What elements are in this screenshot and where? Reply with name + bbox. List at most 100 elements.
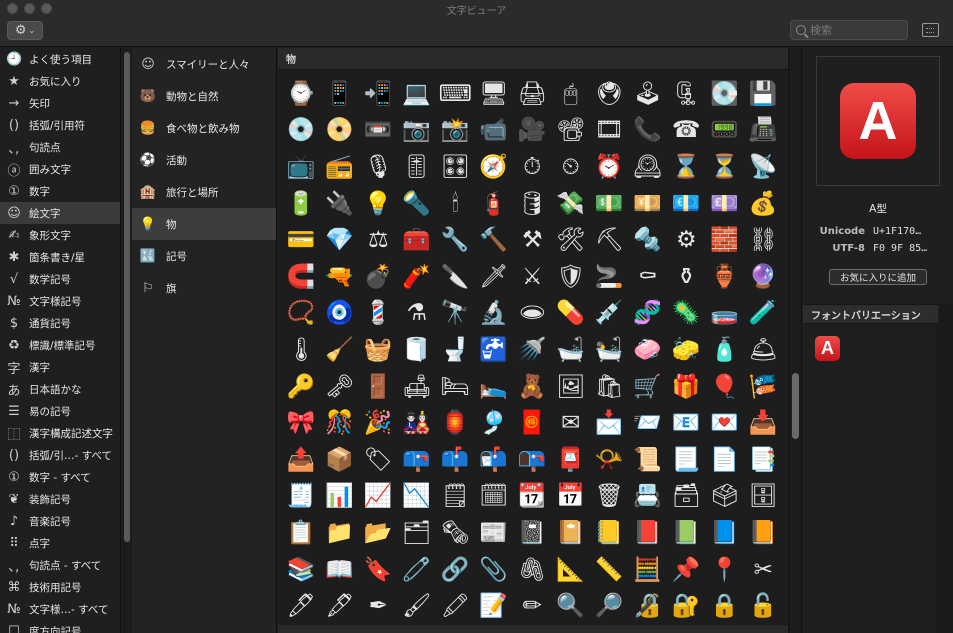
character-cell[interactable]: 🛁 [552,332,591,369]
character-cell[interactable]: 🔏 [629,588,668,625]
character-cell[interactable]: 💊 [552,296,591,333]
character-cell[interactable]: 📲 [359,76,398,113]
character-cell[interactable]: 🧫 [706,296,745,333]
category-item[interactable]: 💡 物 [132,208,276,240]
sidebar-item[interactable]: 🕘 よく使う項目 [0,48,120,70]
character-cell[interactable]: 🗳 [706,479,745,516]
character-cell[interactable]: ⚱ [667,259,706,296]
character-cell[interactable]: 🔋 [282,186,321,223]
character-cell[interactable]: 📨 [629,405,668,442]
character-cell[interactable]: ⏱ [513,149,552,186]
character-cell[interactable]: 🗃 [667,479,706,516]
sidebar-item[interactable]: ⌘ 技術用記号 [0,576,120,598]
character-cell[interactable]: 📔 [552,515,591,552]
sidebar-item[interactable]: ､, 句読点 - すべて [0,554,120,576]
character-cell[interactable]: 🧧 [513,405,552,442]
character-cell[interactable]: 🚽 [436,332,475,369]
character-cell[interactable]: 📕 [629,515,668,552]
character-cell[interactable]: 🎎 [398,405,437,442]
sidebar-item[interactable]: ⿰漢字構成記述文字 [0,422,120,444]
character-cell[interactable]: ✏ [513,588,552,625]
character-cell[interactable]: 🔖 [359,552,398,589]
font-variation-item[interactable]: A [815,336,840,361]
character-cell[interactable]: 🧿 [321,296,360,333]
character-cell[interactable]: 🌡 [282,332,321,369]
character-cell[interactable]: ⚰ [629,259,668,296]
sidebar-item[interactable]: ☰ 易の記号 [0,400,120,422]
character-cell[interactable]: 🛒 [629,369,668,406]
sidebar-item[interactable]: ⠿ 点字 [0,532,120,554]
character-cell[interactable]: 📯 [590,442,629,479]
character-cell[interactable]: 🛠 [552,222,591,259]
sidebar-item[interactable]: $ 通貨記号 [0,312,120,334]
character-cell[interactable]: 🧯 [475,186,514,223]
search-field[interactable] [790,20,908,40]
character-cell[interactable]: 🎛 [436,149,475,186]
character-cell[interactable]: 🚰 [475,332,514,369]
sidebar-item[interactable]: № 文字様記号 [0,290,120,312]
character-cell[interactable]: 🗡 [475,259,514,296]
character-cell[interactable]: 💌 [706,405,745,442]
character-cell[interactable]: 💰 [744,186,783,223]
sidebar-scroll-thumb[interactable] [124,52,130,542]
character-cell[interactable]: 🎉 [359,405,398,442]
character-cell[interactable]: 🏮 [436,405,475,442]
grid-scroll-thumb[interactable] [792,373,799,439]
character-cell[interactable]: 🕰 [629,149,668,186]
character-cell[interactable]: 💾 [744,76,783,113]
character-cell[interactable]: 🎈 [706,369,745,406]
character-cell[interactable]: 💈 [359,296,398,333]
character-cell[interactable]: 🛋 [398,369,437,406]
character-cell[interactable]: 🛎 [744,332,783,369]
character-cell[interactable]: 📮 [552,442,591,479]
character-cell[interactable]: 🧱 [706,222,745,259]
character-cell[interactable]: 📁 [321,515,360,552]
character-cell[interactable]: 🧪 [744,296,783,333]
character-cell[interactable]: 📺 [282,149,321,186]
character-cell[interactable]: 📠 [744,113,783,150]
character-cell[interactable]: 🛌 [475,369,514,406]
sidebar-item[interactable]: ､, 句読点 [0,136,120,158]
character-cell[interactable]: 📇 [629,479,668,516]
character-cell[interactable]: 🏷 [359,442,398,479]
character-cell[interactable]: 📉 [398,479,437,516]
character-cell[interactable]: ✂ [744,552,783,589]
character-cell[interactable]: 🗜 [667,76,706,113]
character-cell[interactable]: 📭 [513,442,552,479]
character-cell[interactable]: 📻 [321,149,360,186]
character-cell[interactable]: ⏰ [590,149,629,186]
character-cell[interactable]: 🗑 [590,479,629,516]
sidebar-item[interactable]: ♻ 標識/標準記号 [0,334,120,356]
character-cell[interactable]: ⌨ [436,76,475,113]
character-cell[interactable]: 🎐 [475,405,514,442]
character-cell[interactable]: 📜 [629,442,668,479]
character-cell[interactable]: 🧰 [398,222,437,259]
character-cell[interactable]: 🔨 [475,222,514,259]
character-cell[interactable]: 📈 [359,479,398,516]
character-cell[interactable]: 🛏 [436,369,475,406]
character-cell[interactable]: 🔐 [667,588,706,625]
sidebar-item[interactable]: → 矢印 [0,92,120,114]
character-cell[interactable]: 🧸 [513,369,552,406]
character-cell[interactable]: 📃 [667,442,706,479]
character-cell[interactable]: 💉 [590,296,629,333]
character-cell[interactable]: 🏺 [706,259,745,296]
character-cell[interactable]: 🗂 [398,515,437,552]
character-cell[interactable]: 🔌 [321,186,360,223]
character-cell[interactable]: ✉ [552,405,591,442]
character-cell[interactable]: 🖋 [321,588,360,625]
character-cell[interactable]: ⛓ [744,222,783,259]
add-to-favorites-button[interactable]: お気に入りに追加 [829,269,927,285]
character-cell[interactable]: 🎞 [590,113,629,150]
character-cell[interactable]: 📷 [398,113,437,150]
sidebar-item[interactable]: ☺ 絵文字 [0,202,120,224]
character-cell[interactable]: 🧭 [475,149,514,186]
character-cell[interactable]: 🔒 [706,588,745,625]
character-cell[interactable]: 📽 [552,113,591,150]
character-cell[interactable]: ⏲ [552,149,591,186]
character-cell[interactable]: 🔬 [475,296,514,333]
character-cell[interactable]: 📝 [475,588,514,625]
character-cell[interactable]: 🔭 [436,296,475,333]
character-cell[interactable]: 📀 [321,113,360,150]
character-cell[interactable]: 🖥 [475,76,514,113]
